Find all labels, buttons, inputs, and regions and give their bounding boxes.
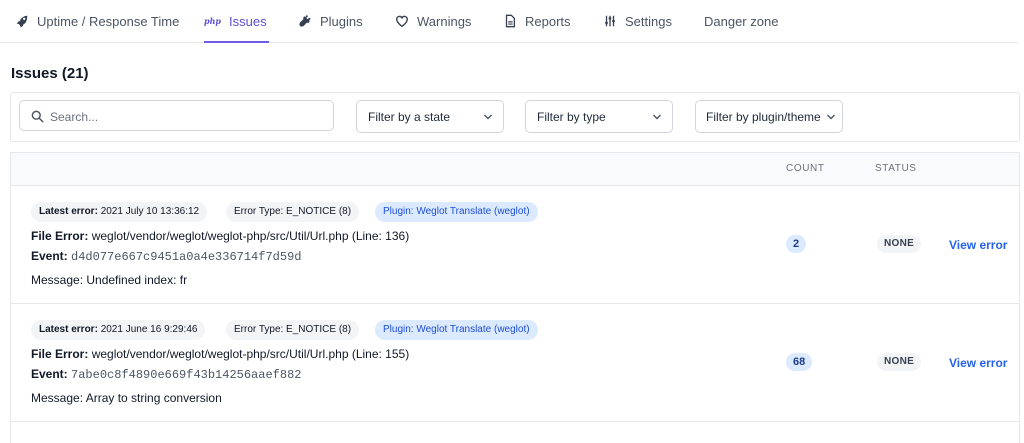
tab-label: Issues (229, 13, 267, 29)
issues-table: COUNT STATUS Latest error: 2021 July 10 … (10, 152, 1020, 443)
tab-warnings[interactable]: Warnings (395, 0, 471, 42)
view-error-link[interactable]: View error (949, 238, 1007, 252)
error-type-badge: Error Type: E_NOTICE (8) (226, 202, 360, 222)
tab-uptime[interactable]: Uptime / Response Time (15, 0, 179, 42)
chevron-down-icon (484, 114, 492, 120)
view-error-link[interactable]: View error (949, 356, 1007, 370)
count-badge: 2 (786, 235, 807, 253)
error-type-badge: Error Type: E_NOTICE (8) (226, 320, 360, 340)
tab-label: Plugins (320, 13, 363, 29)
tab-label: Danger zone (704, 13, 779, 29)
event-id: Event: d4d077e667c9451a0a4e336714f7d59d (31, 249, 302, 264)
page-title: Issues (21) (11, 65, 89, 82)
tab-plugins[interactable]: Plugins (298, 0, 363, 42)
filter-bar: Filter by a state Filter by type Filter … (10, 92, 1020, 142)
status-badge: NONE (877, 235, 922, 253)
filter-state-select[interactable]: Filter by a state (356, 100, 504, 133)
count-badge: 68 (786, 353, 813, 371)
plugin-badge: Plugin: Weglot Translate (weglot) (375, 202, 538, 222)
select-label: Filter by plugin/theme (706, 109, 821, 124)
table-row: Latest error: 2021 June 16 9:29:46 Error… (11, 304, 1019, 422)
event-id: Event: 7abe0c8f4890e669f43b14256aaef882 (31, 367, 302, 382)
tab-issues[interactable]: php Issues (204, 0, 269, 43)
select-label: Filter by type (537, 109, 606, 124)
plug-icon (299, 14, 311, 27)
tab-reports[interactable]: Reports (503, 0, 571, 42)
status-badge: NONE (877, 353, 922, 371)
tab-label: Settings (625, 13, 672, 29)
table-header: COUNT STATUS (11, 153, 1019, 186)
filter-type-select[interactable]: Filter by type (525, 100, 673, 133)
select-label: Filter by a state (368, 109, 451, 124)
table-row: Latest error: 2021 July 10 13:36:12 Erro… (11, 186, 1019, 304)
tab-bar: Uptime / Response Time php Issues Plugin… (0, 0, 1018, 43)
plugin-badge: Plugin: Weglot Translate (weglot) (375, 320, 538, 340)
tab-label: Warnings (417, 13, 472, 29)
file-error: File Error: weglot/vendor/weglot/weglot-… (31, 347, 410, 361)
tab-label: Reports (525, 13, 571, 29)
column-header-count: COUNT (786, 163, 825, 174)
search-box (19, 100, 334, 131)
tab-settings[interactable]: Settings (603, 0, 672, 42)
rocket-icon (16, 15, 28, 28)
sliders-icon (605, 15, 615, 27)
filter-plugin-select[interactable]: Filter by plugin/theme (695, 100, 843, 133)
php-icon: php (204, 16, 222, 26)
column-header-status: STATUS (875, 163, 917, 174)
tab-danger-zone[interactable]: Danger zone (704, 0, 778, 42)
heart-icon (396, 15, 408, 28)
search-icon (31, 110, 44, 123)
latest-error-badge: Latest error: 2021 July 10 13:36:12 (31, 202, 208, 222)
chevron-down-icon (653, 114, 661, 120)
error-message: Message: Undefined index: fr (31, 273, 188, 287)
search-input[interactable] (48, 105, 322, 129)
file-error: File Error: weglot/vendor/weglot/weglot-… (31, 229, 410, 243)
document-icon (505, 14, 516, 28)
chevron-down-icon (827, 114, 835, 120)
latest-error-badge: Latest error: 2021 June 16 9:29:46 (31, 320, 206, 340)
tab-label: Uptime / Response Time (37, 13, 180, 29)
error-message: Message: Array to string conversion (31, 391, 222, 405)
